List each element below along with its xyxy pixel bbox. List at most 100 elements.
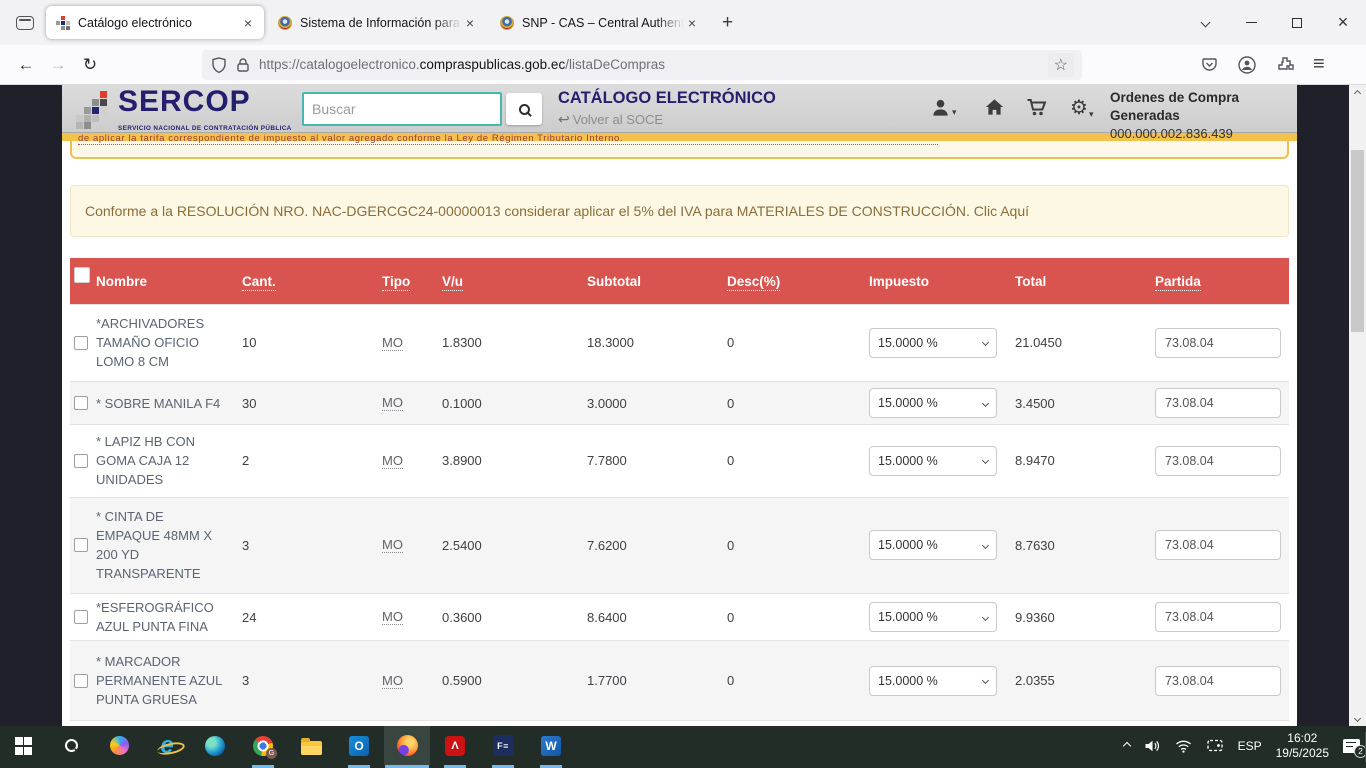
cast-connect-icon[interactable]	[1206, 738, 1224, 753]
scroll-down-arrow[interactable]	[1349, 710, 1366, 726]
tipo-link[interactable]: MO	[382, 537, 403, 553]
col-desc[interactable]: Desc(%)	[727, 274, 780, 291]
scrollbar-thumb[interactable]	[1351, 150, 1364, 332]
total-value: 3.4500	[1015, 396, 1155, 411]
tipo-link[interactable]: MO	[382, 673, 403, 689]
tracking-shield-icon[interactable]	[210, 56, 228, 74]
iva-resolution-notice[interactable]: Conforme a la RESOLUCIÓN NRO. NAC-DGERCG…	[70, 185, 1289, 237]
page-container: de aplicar la tarifa correspondiente de …	[62, 85, 1297, 726]
back-button[interactable]: ←	[10, 50, 42, 80]
tipo-link[interactable]: MO	[382, 609, 403, 625]
firefox-view-button[interactable]	[8, 7, 42, 39]
impuesto-select[interactable]: 15.0000 %	[869, 446, 997, 476]
col-impuesto[interactable]: Impuesto	[869, 274, 929, 289]
col-total[interactable]: Total	[1015, 274, 1046, 289]
new-tab-button[interactable]: +	[722, 13, 733, 32]
scroll-up-arrow[interactable]	[1349, 85, 1366, 101]
account-icon[interactable]	[1237, 55, 1257, 75]
settings-menu-button[interactable]: ⚙▾	[1070, 95, 1093, 120]
catalog-search-button[interactable]	[506, 93, 542, 125]
tab-close-icon[interactable]: ×	[462, 15, 478, 31]
impuesto-select[interactable]: 15.0000 %	[869, 388, 997, 418]
edge-button[interactable]	[192, 726, 238, 765]
desc-value: 0	[727, 538, 869, 553]
products-table: Nombre Cant. Tipo V/u Subtotal Desc(%) I…	[70, 258, 1289, 726]
hamburger-menu-icon[interactable]: ≡	[1313, 53, 1325, 76]
copilot-icon	[110, 736, 129, 755]
taskbar-search-button[interactable]	[48, 726, 94, 765]
sercop-logo[interactable]: SERCOP SERVICIO NACIONAL DE CONTRATACIÓN…	[118, 87, 292, 135]
close-button[interactable]: ×	[1320, 0, 1366, 45]
tab-catalogo-electronico[interactable]: Catálogo electrónico ×	[46, 6, 264, 39]
tab-sistema-informacion[interactable]: Sistema de Información para lo ×	[268, 6, 486, 39]
select-all-checkbox[interactable]	[74, 267, 90, 283]
home-button[interactable]	[984, 97, 1005, 117]
forward-button: →	[42, 50, 74, 80]
tab-close-icon[interactable]: ×	[240, 15, 256, 31]
ecuador-coat-favicon	[500, 16, 514, 30]
col-cant[interactable]: Cant.	[242, 274, 276, 291]
volver-al-soce-link[interactable]: ↩Volver al SOCE	[558, 111, 663, 128]
internet-explorer-button[interactable]: e	[144, 726, 190, 765]
page-scrollbar[interactable]	[1349, 85, 1366, 726]
firefox-button[interactable]	[384, 726, 430, 765]
person-icon	[930, 97, 951, 118]
partida-input[interactable]	[1155, 446, 1281, 476]
file-explorer-button[interactable]	[288, 726, 334, 765]
col-tipo[interactable]: Tipo	[382, 274, 410, 291]
reload-button[interactable]: ↻	[74, 50, 106, 80]
row-checkbox[interactable]	[74, 336, 88, 350]
outlook-button[interactable]: O	[336, 726, 382, 765]
row-checkbox[interactable]	[74, 674, 88, 688]
col-vu[interactable]: V/u	[442, 274, 463, 291]
chrome-button[interactable]: G	[240, 726, 286, 765]
notifications-icon[interactable]: 2	[1343, 739, 1360, 753]
impuesto-select[interactable]: 15.0000 %	[869, 328, 997, 358]
row-checkbox[interactable]	[74, 538, 88, 552]
sercop-logo-tagline: SERVICIO NACIONAL DE CONTRATACIÓN PÚBLIC…	[118, 125, 292, 132]
start-button[interactable]	[0, 726, 46, 765]
col-subtotal[interactable]: Subtotal	[587, 274, 641, 289]
tab-title: SNP - CAS – Central Authentica	[522, 16, 684, 30]
tab-close-icon[interactable]: ×	[684, 15, 700, 31]
catalog-search-input[interactable]	[302, 92, 502, 126]
copilot-button[interactable]	[96, 726, 142, 765]
clock-time: 16:02	[1276, 731, 1329, 746]
url-bar[interactable]: https://catalogoelectronico.compraspubli…	[202, 50, 1082, 80]
tipo-link[interactable]: MO	[382, 395, 403, 411]
partida-input[interactable]	[1155, 388, 1281, 418]
row-checkbox[interactable]	[74, 396, 88, 410]
word-button[interactable]: W	[528, 726, 574, 765]
col-partida[interactable]: Partida	[1155, 274, 1201, 291]
user-menu-button[interactable]: ▾	[930, 97, 957, 118]
col-nombre[interactable]: Nombre	[96, 274, 147, 289]
wifi-icon[interactable]	[1175, 739, 1192, 753]
lock-icon[interactable]	[235, 56, 251, 74]
tipo-link[interactable]: MO	[382, 335, 403, 351]
tipo-link[interactable]: MO	[382, 453, 403, 469]
acrobat-button[interactable]: Ʌ	[432, 726, 478, 765]
impuesto-select[interactable]: 15.0000 %	[869, 602, 997, 632]
partida-input[interactable]	[1155, 530, 1281, 560]
bookmark-star-icon[interactable]: ☆	[1048, 53, 1074, 77]
row-checkbox[interactable]	[74, 454, 88, 468]
partida-input[interactable]	[1155, 666, 1281, 696]
volume-icon[interactable]	[1144, 738, 1161, 754]
pocket-icon[interactable]	[1200, 55, 1219, 74]
language-indicator[interactable]: ESP	[1238, 739, 1262, 753]
minimize-button[interactable]	[1228, 0, 1274, 45]
maximize-button[interactable]	[1274, 0, 1320, 45]
tray-chevron-icon[interactable]	[1122, 741, 1130, 749]
cart-button[interactable]	[1026, 97, 1048, 118]
fes-app-button[interactable]: F≡	[480, 726, 526, 765]
partida-input[interactable]	[1155, 602, 1281, 632]
tab-snp-cas[interactable]: SNP - CAS – Central Authentica ×	[490, 6, 708, 39]
partida-input[interactable]	[1155, 328, 1281, 358]
list-all-tabs-chevron-icon[interactable]	[1182, 0, 1228, 45]
impuesto-select[interactable]: 15.0000 %	[869, 666, 997, 696]
impuesto-select[interactable]: 15.0000 %	[869, 530, 997, 560]
caret-down-icon: ▾	[1089, 109, 1094, 120]
row-checkbox[interactable]	[74, 610, 88, 624]
clock[interactable]: 16:02 19/5/2025	[1276, 731, 1329, 761]
extensions-puzzle-icon[interactable]	[1275, 55, 1295, 75]
